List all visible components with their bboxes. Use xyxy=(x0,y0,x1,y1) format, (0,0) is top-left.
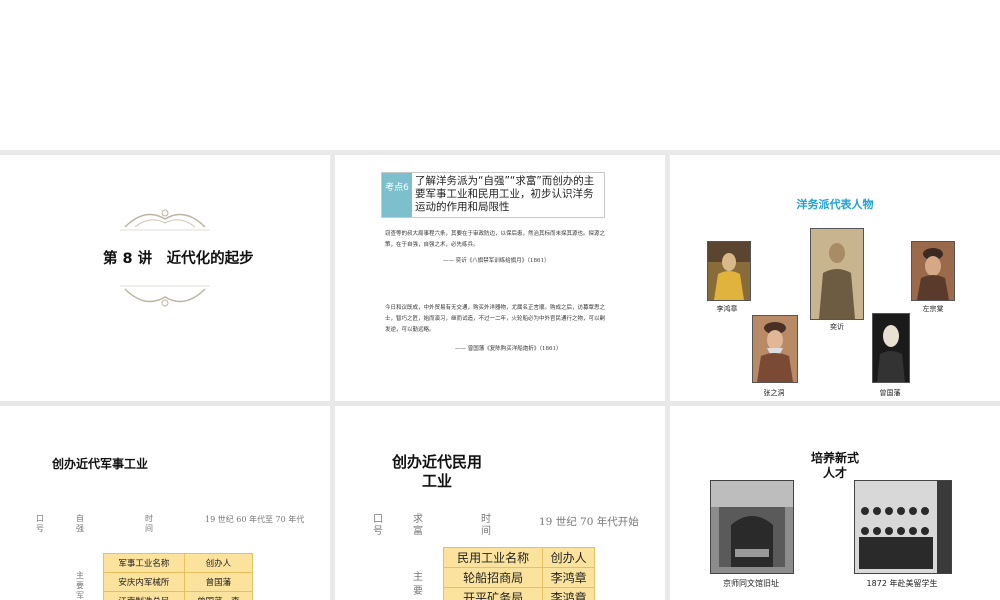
slide3-title: 洋务派代表人物 xyxy=(796,198,874,211)
slide5-title: 创办近代民用工业 xyxy=(391,453,482,490)
table-cell: 江南制造总局 xyxy=(103,591,185,600)
military-industry-table: 军事工业名称 创办人 安庆内军械所 曾国藩 江南制造总局 曾国藩、李 xyxy=(103,553,254,600)
ornament-top-icon xyxy=(120,209,210,231)
slide5-time-label: 时间 xyxy=(481,514,491,537)
exam-point-tag: 考点6 xyxy=(382,173,412,217)
civil-industry-table: 民用工业名称 创办人 轮船招商局 李鸿章 开平矿务局 李鸿章 xyxy=(442,547,595,600)
slide4-slogan-label: 口号 xyxy=(36,514,44,533)
table-header: 民用工业名称 xyxy=(442,547,544,568)
slide1-title: 第 8 讲 近代化的起步 xyxy=(103,251,254,267)
slide5-slogan-label: 口号 xyxy=(373,514,383,537)
name-zuo-zongtang: 左宗棠 xyxy=(922,305,944,313)
photo-students-icon xyxy=(854,480,952,574)
slide-thumbnail-5[interactable]: 创办近代民用工业 口号 求富 时间 19 世纪 70 年代开始 主要 民用工业名… xyxy=(335,406,665,600)
slide5-main-label: 主要 xyxy=(413,572,423,597)
table-cell: 李鸿章 xyxy=(542,587,595,600)
slide-thumbnail-3[interactable]: 洋务派代表人物 李鸿章 奕䜣 左宗棠 张之洞 曾国藩 xyxy=(670,155,1000,401)
quote-yixin: 窃查等的叔大局事程六条，其要在于审政防边，以保后患，然治其标而未探其源也。探源之… xyxy=(385,231,606,248)
portrait-zuo-zongtang-icon xyxy=(911,241,955,301)
portrait-zhang-zhidong-icon xyxy=(752,315,798,383)
table-header: 创办人 xyxy=(542,547,595,568)
quote-zeng: 今日和议既成，中外贸易有无交通，购买外洋器物，尤属名正言顺。购成之后，访募覃思之… xyxy=(385,305,606,333)
slide-thumbnail-6[interactable]: 培养新式人才 京师同文馆旧址 1872 年赴美留学生 xyxy=(670,406,1000,600)
slide4-title: 创办近代军事工业 xyxy=(51,457,148,471)
table-cell: 安庆内军械所 xyxy=(103,572,185,592)
slide-thumbnail-4[interactable]: 创办近代军事工业 口号 自强 时间 19 世纪 60 年代至 70 年代 主要军… xyxy=(0,406,330,600)
slide-thumbnail-2[interactable]: 考点6 了解洋务派为“自强”“求富”而创办的主要军事工业和民用工业，初步认识洋务… xyxy=(335,155,665,401)
photo-tongwenguan-caption: 京师同文馆旧址 xyxy=(723,579,779,588)
slide4-slogan-value: 自强 xyxy=(76,514,84,533)
name-yixin: 奕䜣 xyxy=(830,323,844,331)
ornament-bottom-icon xyxy=(120,285,210,307)
slide6-title: 培养新式人才 xyxy=(810,451,859,480)
quote-yixin-source: —— 奕䜣《八旗禁军训练给旗月》（1861） xyxy=(443,258,550,264)
name-li-hongzhang: 李鸿章 xyxy=(716,305,738,313)
exam-point-objective: 了解洋务派为“自强”“求富”而创办的主要军事工业和民用工业，初步认识洋务运动的作… xyxy=(415,175,595,213)
table-cell: 曾国藩、李 xyxy=(183,591,254,600)
portrait-yixin-icon xyxy=(810,228,864,320)
blank-header-area xyxy=(0,0,1000,150)
photo-tongwenguan-icon xyxy=(710,480,794,574)
slide4-time-label: 时间 xyxy=(145,514,153,533)
slide5-slogan-value: 求富 xyxy=(413,514,423,537)
exam-point-box: 考点6 了解洋务派为“自强”“求富”而创办的主要军事工业和民用工业，初步认识洋务… xyxy=(381,172,605,218)
portrait-zeng-guofan-icon xyxy=(872,313,910,383)
slide-thumbnail-1[interactable]: 第 8 讲 近代化的起步 xyxy=(0,155,330,401)
portrait-li-hongzhang-icon xyxy=(707,241,751,301)
table-cell: 开平矿务局 xyxy=(442,587,544,600)
table-cell: 轮船招商局 xyxy=(442,567,544,588)
table-header: 创办人 xyxy=(183,553,254,573)
photo-students-caption: 1872 年赴美留学生 xyxy=(866,579,938,588)
table-cell: 李鸿章 xyxy=(542,567,595,588)
name-zhang-zhidong: 张之洞 xyxy=(763,389,785,397)
table-header: 军事工业名称 xyxy=(103,553,185,573)
slide4-time-value: 19 世纪 60 年代至 70 年代 xyxy=(205,515,305,524)
slide5-time-value: 19 世纪 70 年代开始 xyxy=(539,516,639,528)
slide4-main-label: 主要军 xyxy=(76,571,84,600)
table-cell: 曾国藩 xyxy=(183,572,254,592)
name-zeng-guofan: 曾国藩 xyxy=(879,389,901,397)
quote-zeng-source: —— 曾国藩《复陈购买洋船炮折》（1861） xyxy=(455,346,562,352)
